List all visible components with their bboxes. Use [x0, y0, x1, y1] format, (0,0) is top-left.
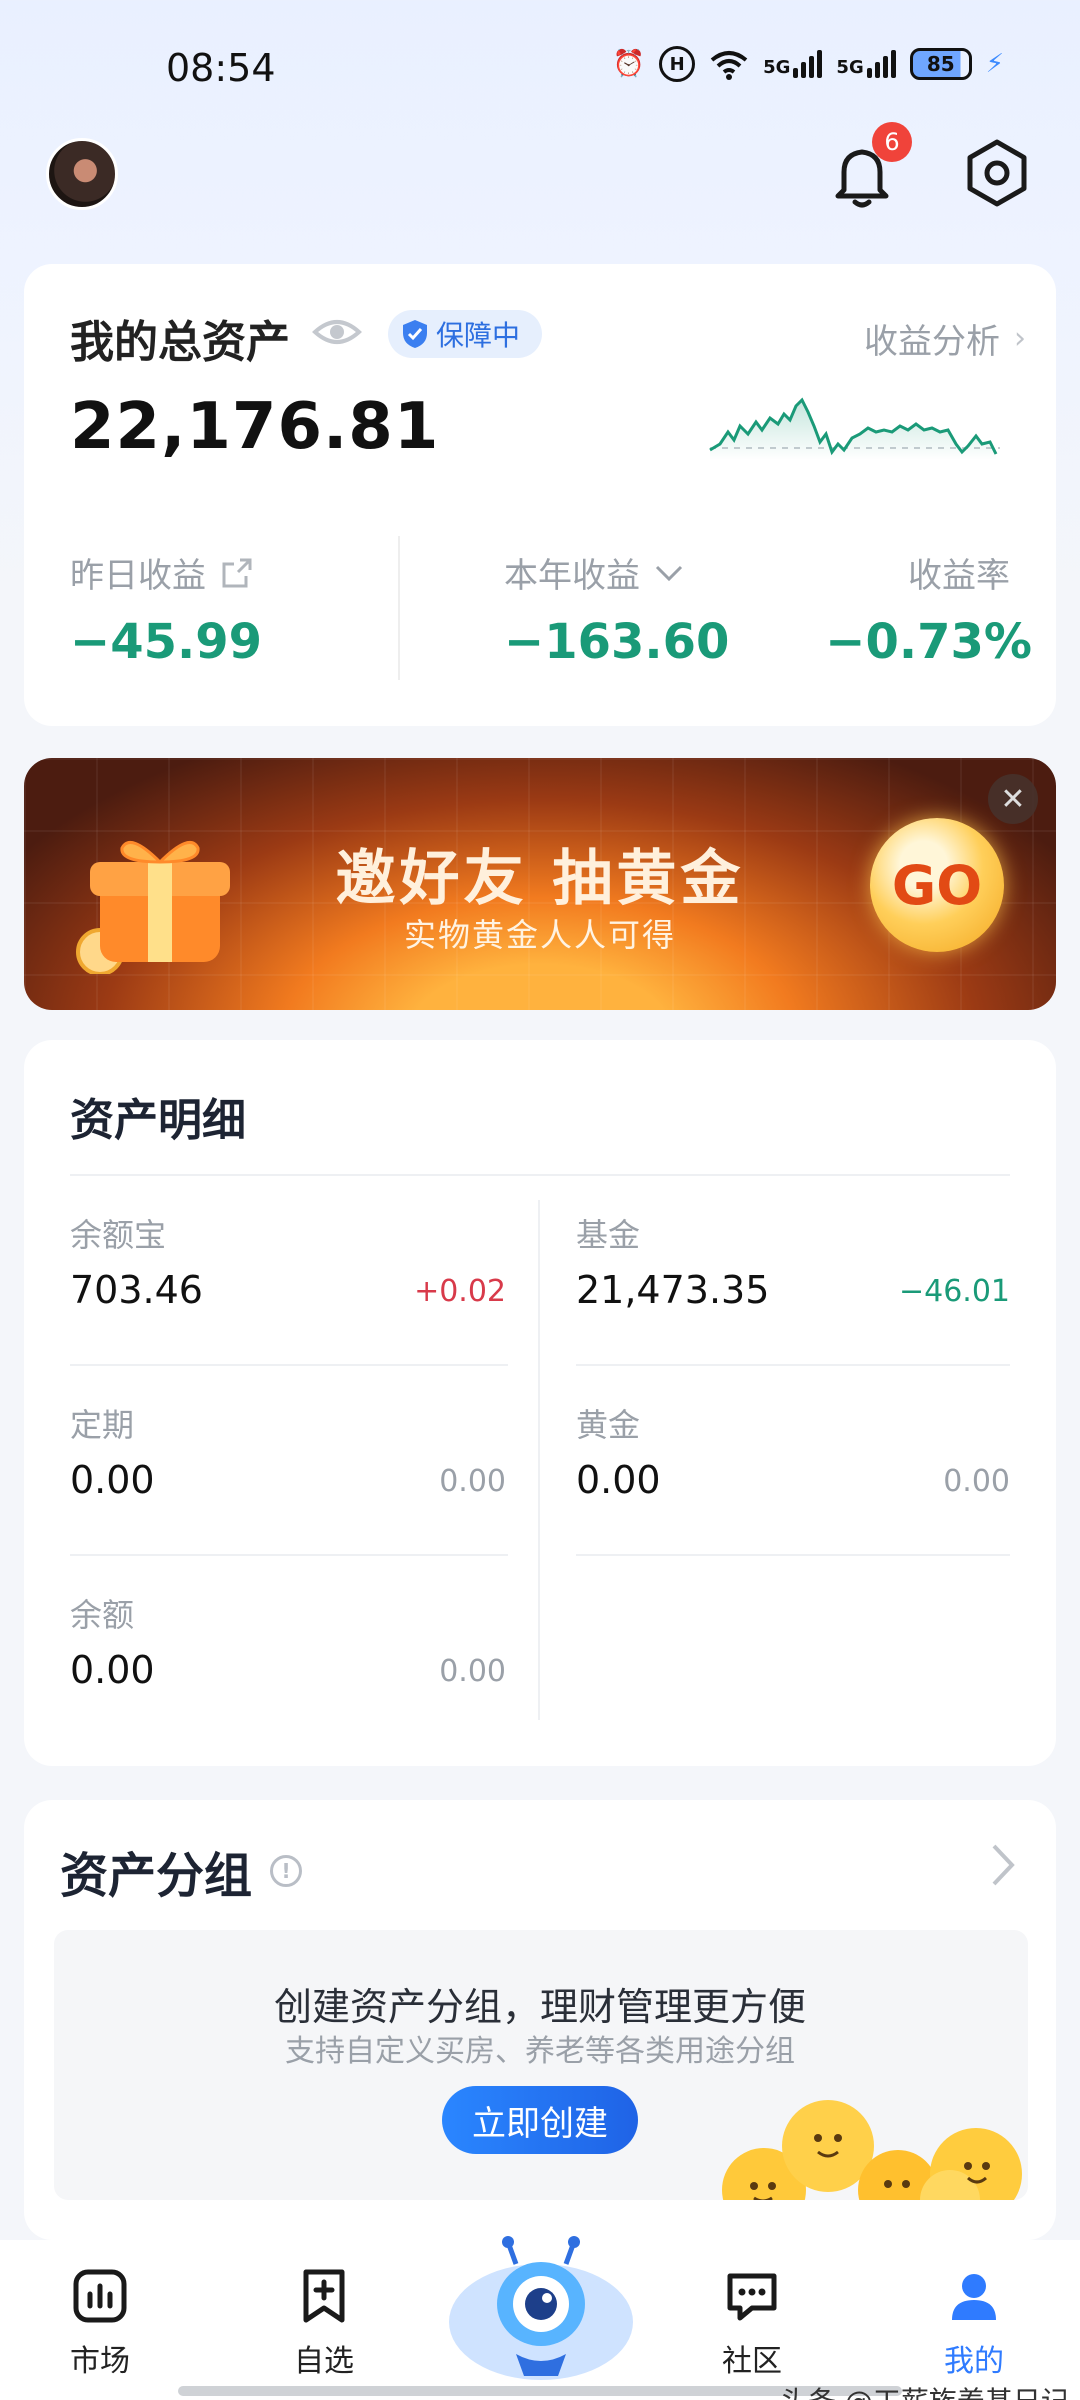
- asset-change-fund: −46.01: [898, 1274, 1010, 1309]
- asset-label-fund: 基金: [576, 1216, 641, 1254]
- avatar[interactable]: [46, 138, 118, 210]
- nav-watchlist-label: 自选: [294, 2344, 354, 2379]
- asset-value-fixed: 0.00: [70, 1458, 155, 1502]
- asset-value-yuebao: 703.46: [70, 1268, 203, 1312]
- divider: [576, 1554, 1010, 1556]
- asset-label-balance: 余额: [70, 1596, 135, 1634]
- create-group-button[interactable]: 立即创建: [442, 2086, 638, 2154]
- nav-mine[interactable]: 我的: [944, 2266, 1004, 2380]
- asset-group-header: 资产分组 !: [60, 1836, 303, 1906]
- protection-badge[interactable]: 保障中: [388, 310, 543, 358]
- signal-2-icon: 5G: [836, 50, 896, 78]
- year-income-value: −163.60: [504, 614, 730, 670]
- wifi-icon: [710, 51, 748, 80]
- nav-community-label: 社区: [722, 2344, 782, 2379]
- chat-icon: [727, 2273, 777, 2321]
- signal-1-icon: 5G: [763, 50, 823, 78]
- yesterday-income-text: 昨日收益: [70, 556, 206, 596]
- asset-label-fixed: 定期: [70, 1406, 135, 1444]
- column-divider: [538, 1200, 540, 1720]
- status-time: 08:54: [166, 46, 276, 90]
- divider: [576, 1364, 1010, 1366]
- chevron-right-icon[interactable]: [988, 1842, 1018, 1888]
- asset-label-gold: 黄金: [576, 1406, 641, 1444]
- yesterday-income-value: −45.99: [70, 614, 263, 670]
- income-sparkline[interactable]: [700, 370, 1010, 470]
- hd-icon: H: [659, 46, 696, 82]
- nav-market[interactable]: 市场: [70, 2266, 130, 2380]
- nav-community[interactable]: 社区: [722, 2266, 782, 2380]
- return-rate-label: 收益率: [908, 556, 1010, 596]
- chart-icon: [73, 2269, 127, 2323]
- protection-badge-label: 保障中: [436, 319, 521, 352]
- asset-group-headline: 创建资产分组，理财管理更方便: [273, 1985, 806, 2029]
- divider: [70, 1174, 1010, 1176]
- person-icon: [952, 2274, 996, 2320]
- asset-label-yuebao: 余额宝: [70, 1216, 167, 1254]
- eye-icon[interactable]: [312, 312, 362, 352]
- mascot-icon[interactable]: [446, 2236, 636, 2386]
- asset-group-subline: 支持自定义买房、养老等各类用途分组: [285, 2034, 795, 2069]
- asset-detail-card: [24, 1040, 1056, 1766]
- yesterday-income-label[interactable]: 昨日收益: [70, 548, 254, 597]
- return-rate-value: −0.73%: [825, 614, 1032, 670]
- total-assets-value: 22,176.81: [70, 390, 440, 464]
- asset-value-balance: 0.00: [70, 1648, 155, 1692]
- divider: [70, 1364, 508, 1366]
- coins-illustration: [722, 2100, 1022, 2200]
- chevron-right-icon: ›: [1014, 321, 1026, 356]
- close-icon[interactable]: ✕: [988, 774, 1038, 824]
- nav-watchlist[interactable]: 自选: [294, 2266, 354, 2380]
- charging-icon: ⚡: [985, 49, 1004, 79]
- asset-change-gold: 0.00: [943, 1464, 1010, 1499]
- notification-badge: 6: [872, 122, 912, 162]
- asset-change-yuebao: +0.02: [414, 1274, 506, 1309]
- chevron-down-icon: [655, 565, 683, 581]
- share-icon[interactable]: [220, 556, 254, 590]
- go-button[interactable]: GO: [870, 818, 1004, 952]
- year-income-text: 本年收益: [504, 556, 640, 596]
- asset-change-fixed: 0.00: [439, 1464, 506, 1499]
- alarm-icon: ⏰: [612, 49, 646, 79]
- asset-detail-title: 资产明细: [70, 1095, 246, 1146]
- asset-group-title: 资产分组: [60, 1848, 253, 1904]
- watermark: 头条 @工薪族养基日记: [780, 2380, 1069, 2400]
- income-analysis-link[interactable]: 收益分析 ›: [864, 314, 1026, 363]
- nav-market-label: 市场: [70, 2344, 130, 2379]
- asset-value-fund: 21,473.35: [576, 1268, 770, 1312]
- asset-change-balance: 0.00: [439, 1654, 506, 1689]
- year-income-selector[interactable]: 本年收益: [504, 548, 684, 597]
- asset-value-gold: 0.00: [576, 1458, 661, 1502]
- status-icons: ⏰ H 5G 5G 85 ⚡: [613, 46, 1004, 82]
- info-icon[interactable]: !: [270, 1855, 303, 1887]
- income-analysis-label: 收益分析: [864, 322, 1000, 362]
- total-assets-label: 我的总资产: [70, 317, 290, 368]
- bookmark-add-icon: [303, 2269, 345, 2323]
- divider: [70, 1554, 508, 1556]
- nav-mine-label: 我的: [944, 2344, 1004, 2379]
- settings-icon[interactable]: [962, 138, 1032, 208]
- stats-divider: [398, 536, 400, 680]
- shield-icon: [403, 320, 427, 348]
- battery-icon: 85: [909, 48, 972, 80]
